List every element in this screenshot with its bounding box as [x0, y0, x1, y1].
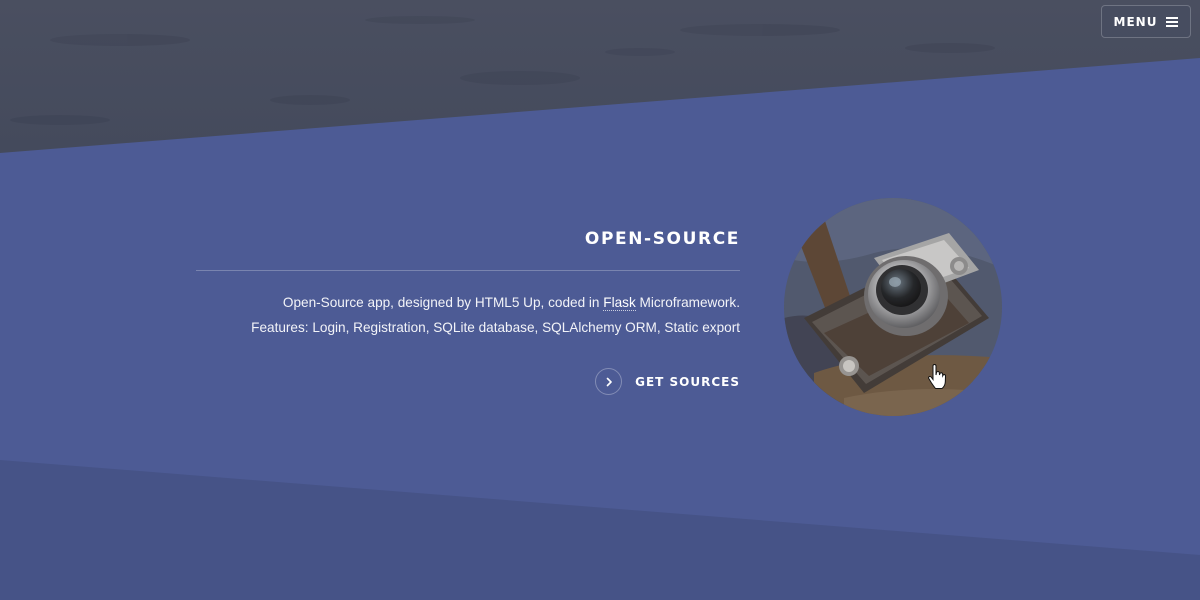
- section-title: OPEN-SOURCE: [584, 229, 740, 249]
- description-text-end: Microframework.: [635, 295, 740, 310]
- description-text: Open-Source app, designed by HTML5 Up, c…: [282, 295, 604, 310]
- divider: [196, 270, 740, 271]
- get-sources-button[interactable]: GET SOURCES: [595, 368, 740, 395]
- menu-button[interactable]: MENU: [1101, 5, 1191, 38]
- chevron-right-icon: [595, 368, 623, 395]
- features-text: Features: Login, Registration, SQLite da…: [251, 320, 740, 335]
- hamburger-icon: [1166, 16, 1179, 27]
- get-sources-label: GET SOURCES: [635, 374, 740, 389]
- page: MENU OPEN-SOURCE Open-Source app, design…: [0, 0, 1200, 600]
- camera-photo[interactable]: [784, 198, 1002, 416]
- flask-link[interactable]: Flask: [603, 295, 636, 311]
- feature-section: OPEN-SOURCE Open-Source app, designed by…: [180, 226, 740, 395]
- menu-label: MENU: [1113, 14, 1158, 29]
- section-description: Open-Source app, designed by HTML5 Up, c…: [180, 290, 740, 340]
